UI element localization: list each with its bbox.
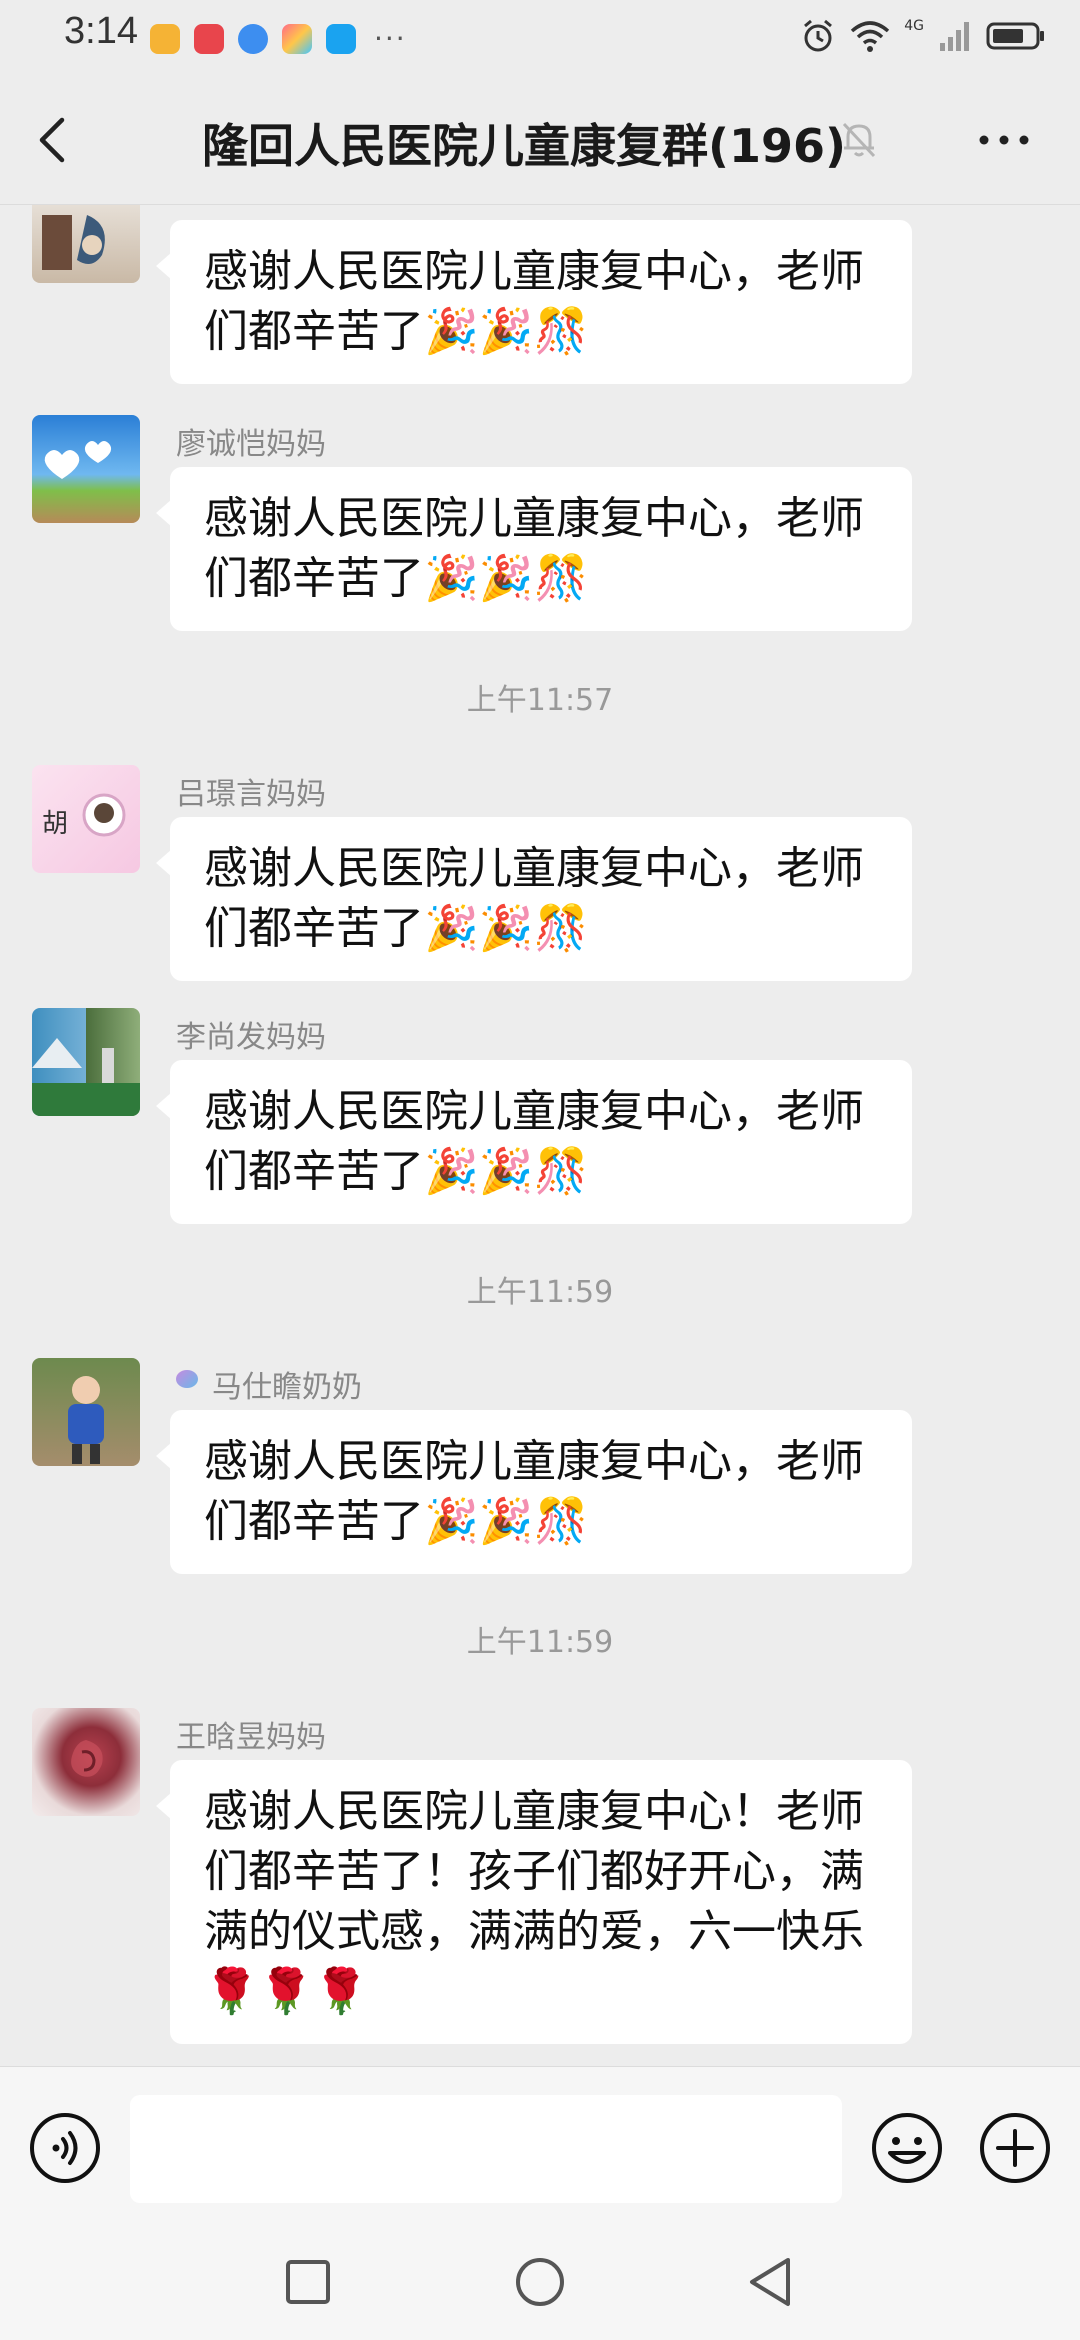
- recent-apps-icon[interactable]: [284, 2258, 332, 2306]
- gallery-app-icon: [282, 23, 312, 54]
- party-emoji: 🎉🎉🎊: [424, 306, 589, 357]
- signal-icon: [940, 22, 969, 51]
- avatar[interactable]: 胡: [32, 765, 140, 873]
- message-input[interactable]: [130, 2095, 842, 2203]
- message-bubble[interactable]: 感谢人民医院儿童康复中心，老师们都辛苦了🎉🎉🎊: [156, 1410, 912, 1574]
- input-bar: [0, 2066, 1080, 2225]
- search-app-icon: [326, 23, 356, 54]
- sender-name: 王晗昱妈妈: [176, 1720, 326, 1755]
- timestamp: 上午11:59: [466, 1625, 614, 1660]
- message-text: 感谢人民医院儿童康复中心！老师们都辛苦了！孩子们都好开心，满满的仪式感，满满的爱…: [204, 1786, 864, 1957]
- wifi-icon: [851, 21, 890, 52]
- party-emoji: 🎉🎉🎊: [424, 1496, 589, 1547]
- party-emoji: 🎉🎉🎊: [424, 553, 589, 604]
- sender-name: 马仕瞻奶奶: [212, 1370, 362, 1405]
- avatar[interactable]: [32, 1008, 140, 1116]
- alarm-icon: [804, 19, 833, 52]
- timestamp: 上午11:57: [466, 683, 614, 718]
- status-app-icons: ···: [150, 22, 407, 55]
- status-overflow: ···: [374, 22, 407, 55]
- avatar-rose-image: [71, 1740, 103, 1777]
- sender-badge-icon: [176, 1370, 198, 1388]
- home-icon[interactable]: [514, 2256, 566, 2308]
- emoji-icon[interactable]: [870, 2111, 944, 2185]
- avatar[interactable]: [32, 205, 140, 283]
- sender-name: 李尚发妈妈: [176, 1020, 326, 1055]
- mute-bell-icon: [842, 122, 876, 158]
- sender-name: 廖诚恺妈妈: [176, 427, 326, 462]
- back-icon[interactable]: [26, 112, 82, 168]
- party-emoji: 🎉🎉🎊: [424, 1146, 589, 1197]
- status-right: 4G: [800, 18, 1046, 54]
- back-triangle-icon[interactable]: [744, 2254, 798, 2310]
- message-bubble[interactable]: 感谢人民医院儿童康复中心！老师们都辛苦了！孩子们都好开心，满满的仪式感，满满的爱…: [156, 1760, 912, 2044]
- rose-emoji: 🌹🌹🌹: [204, 1966, 369, 2017]
- more-icon[interactable]: [974, 120, 1034, 160]
- party-emoji: 🎉🎉🎊: [424, 903, 589, 954]
- message-bubble[interactable]: 感谢人民医院儿童康复中心，老师们都辛苦了🎉🎉🎊: [156, 817, 912, 981]
- voice-icon[interactable]: [28, 2111, 102, 2185]
- book-app-icon: [194, 23, 224, 54]
- timestamp: 上午11:59: [466, 1275, 614, 1310]
- sender-name: 吕璟言妈妈: [176, 777, 326, 812]
- avatar-cartoon-image: [42, 215, 105, 270]
- avatar-landscape-image: [32, 1038, 140, 1116]
- avatar[interactable]: [32, 1708, 140, 1816]
- message-bubble[interactable]: 感谢人民医院儿童康复中心，老师们都辛苦了🎉🎉🎊: [156, 1060, 912, 1224]
- status-bar: 3:14 ··· 4G: [0, 0, 1080, 76]
- system-nav-bar: [0, 2224, 1080, 2340]
- avatar[interactable]: [32, 415, 140, 523]
- status-time: 3:14: [64, 10, 138, 52]
- battery-icon: [986, 22, 1044, 50]
- network-type: 4G: [904, 18, 924, 34]
- avatar-photo-image: [82, 793, 126, 837]
- chat-header: 隆回人民医院儿童康复群(196): [0, 76, 1080, 205]
- message-bubble[interactable]: 感谢人民医院儿童康复中心，老师们都辛苦了🎉🎉🎊: [156, 220, 912, 384]
- avatar-hearts-image: [44, 441, 112, 479]
- page-title: 隆回人民医院儿童康复群(196): [202, 119, 847, 173]
- avatar[interactable]: [32, 1358, 140, 1466]
- avatar-child-image: [68, 1376, 104, 1464]
- message-bubble[interactable]: 感谢人民医院儿童康复中心，老师们都辛苦了🎉🎉🎊: [156, 467, 912, 631]
- chat-message-list[interactable]: 感谢人民医院儿童康复中心，老师们都辛苦了🎉🎉🎊 廖诚恺妈妈 感谢人民医院儿童康复…: [0, 205, 1080, 2065]
- app-notification-icon: [150, 23, 180, 54]
- browser-app-icon: [238, 23, 268, 54]
- plus-icon[interactable]: [978, 2111, 1052, 2185]
